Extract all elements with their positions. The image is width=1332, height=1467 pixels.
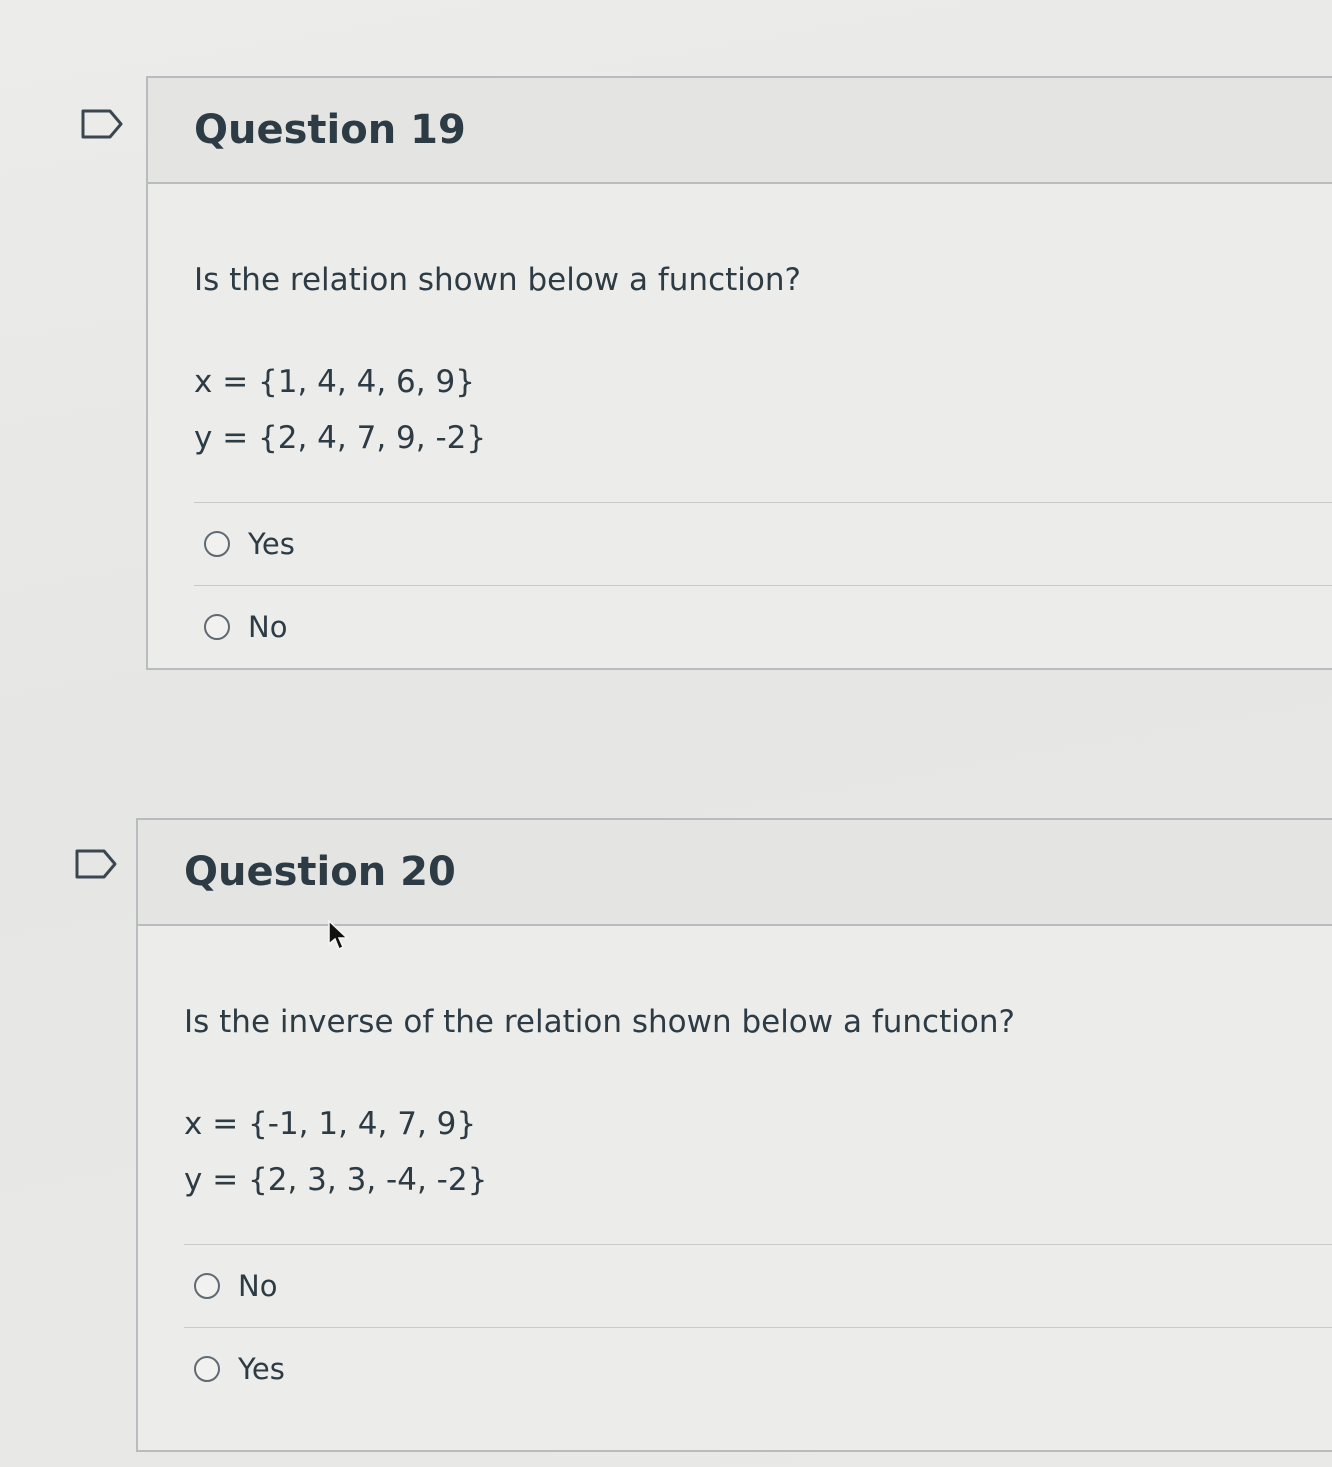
question-prompt: Is the inverse of the relation shown bel… bbox=[184, 1004, 1015, 1040]
question-title: Question 19 bbox=[194, 107, 466, 153]
answer-label[interactable]: No bbox=[238, 1269, 277, 1303]
answer-label[interactable]: Yes bbox=[248, 527, 295, 561]
radio-button[interactable] bbox=[194, 1356, 220, 1382]
mouse-cursor-icon bbox=[328, 920, 349, 951]
x-set: x = {1, 4, 4, 6, 9} bbox=[194, 364, 475, 400]
answer-list: Yes No bbox=[194, 502, 1332, 668]
question-19-body: Is the relation shown below a function? … bbox=[148, 262, 1332, 668]
answer-option-no[interactable]: No bbox=[184, 1244, 1332, 1327]
answer-label[interactable]: Yes bbox=[238, 1352, 285, 1386]
x-set: x = {-1, 1, 4, 7, 9} bbox=[184, 1106, 477, 1142]
question-19-header: Question 19 bbox=[148, 78, 1332, 184]
quiz-page: Question 19 Is the relation shown below … bbox=[0, 0, 1332, 1467]
relation-sets: x = {-1, 1, 4, 7, 9} y = {2, 3, 3, -4, -… bbox=[184, 1096, 1332, 1208]
radio-button[interactable] bbox=[204, 614, 230, 640]
question-prompt: Is the relation shown below a function? bbox=[194, 262, 801, 298]
question-20-body: Is the inverse of the relation shown bel… bbox=[138, 1004, 1332, 1450]
y-set: y = {2, 4, 7, 9, -2} bbox=[194, 420, 487, 456]
question-title: Question 20 bbox=[184, 849, 456, 895]
answer-option-no[interactable]: No bbox=[194, 585, 1332, 668]
question-20-header: Question 20 bbox=[138, 820, 1332, 926]
question-20-card: Question 20 Is the inverse of the relati… bbox=[136, 818, 1332, 1452]
radio-button[interactable] bbox=[204, 531, 230, 557]
flag-question-20-icon[interactable] bbox=[74, 848, 118, 880]
answer-list: No Yes bbox=[184, 1244, 1332, 1410]
answer-label[interactable]: No bbox=[248, 610, 287, 644]
radio-button[interactable] bbox=[194, 1273, 220, 1299]
y-set: y = {2, 3, 3, -4, -2} bbox=[184, 1162, 488, 1198]
flag-question-19-icon[interactable] bbox=[80, 108, 124, 140]
relation-sets: x = {1, 4, 4, 6, 9} y = {2, 4, 7, 9, -2} bbox=[194, 354, 1332, 466]
answer-option-yes[interactable]: Yes bbox=[184, 1327, 1332, 1410]
answer-option-yes[interactable]: Yes bbox=[194, 502, 1332, 585]
question-19-card: Question 19 Is the relation shown below … bbox=[146, 76, 1332, 670]
